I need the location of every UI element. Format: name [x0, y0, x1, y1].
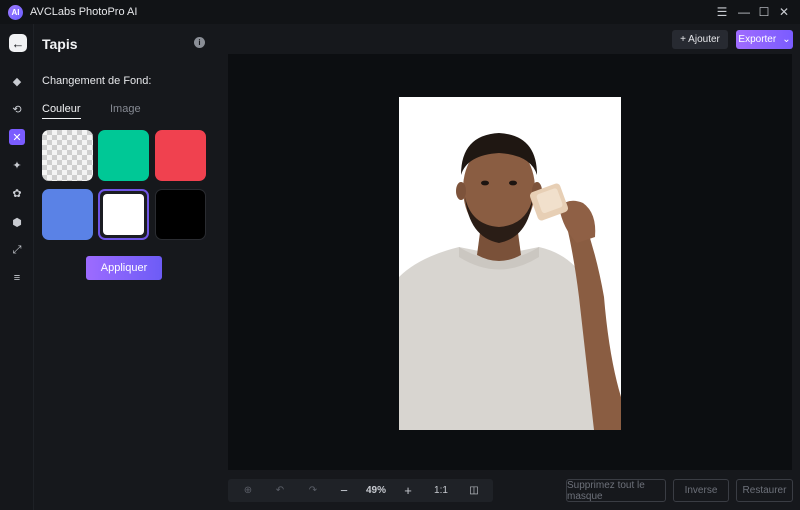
swatch-transparent[interactable] [42, 130, 93, 181]
eraser-icon[interactable]: ◆ [9, 73, 25, 89]
adjust-icon[interactable]: ≡ [9, 270, 25, 286]
object-removal-icon[interactable]: ⟲ [9, 101, 25, 117]
add-button[interactable]: + Ajouter [672, 30, 728, 49]
split-view-icon[interactable]: ◫ [464, 483, 484, 498]
resize-icon[interactable]: ⤢ [9, 242, 25, 258]
workspace: + Ajouter Exporter ⌄ ⊕ ↶ ↷ − 49% + 1:1 ◫… [220, 24, 800, 510]
app-window: AI AVCLabs PhotoPro AI ☰ — ☐ ✕ ← ◆ ⟲ ✕ ✦… [0, 0, 800, 510]
photo-preview [399, 97, 621, 430]
portrait-image [399, 133, 621, 430]
swatch-black[interactable] [155, 189, 206, 240]
swatch-green[interactable] [98, 130, 149, 181]
remove-mask-button[interactable]: Supprimez tout le masque [566, 479, 666, 502]
swatch-white-fill [103, 194, 144, 235]
chevron-down-icon: ⌄ [782, 34, 791, 45]
menu-icon[interactable]: ☰ [714, 4, 730, 20]
app-logo: AI [8, 5, 23, 20]
info-icon[interactable]: i [194, 37, 205, 48]
close-icon[interactable]: ✕ [776, 4, 792, 20]
tool-rail: ← ◆ ⟲ ✕ ✦ ✿ ⬢ ⤢ ≡ [0, 24, 34, 510]
zoom-level: 49% [365, 485, 386, 496]
title-bar: AI AVCLabs PhotoPro AI ☰ — ☐ ✕ [0, 0, 800, 24]
invert-button[interactable]: Inverse [673, 479, 729, 502]
swatch-white[interactable] [98, 189, 149, 240]
enhance-icon[interactable]: ✦ [9, 157, 25, 173]
view-toolbar: ⊕ ↶ ↷ − 49% + 1:1 ◫ [228, 479, 493, 502]
swatch-blue[interactable] [42, 189, 93, 240]
panel-title: Tapis [42, 36, 78, 52]
zoom-out-icon[interactable]: − [334, 483, 354, 498]
minimize-icon[interactable]: — [736, 4, 752, 20]
restore-button[interactable]: Restaurer [736, 479, 793, 502]
retouch-icon[interactable]: ✿ [9, 185, 25, 201]
apply-button[interactable]: Appliquer [86, 256, 162, 280]
background-icon[interactable]: ✕ [9, 129, 25, 145]
export-label: Exporter [738, 34, 777, 45]
app-title: AVCLabs PhotoPro AI [30, 6, 138, 18]
image-canvas[interactable] [228, 54, 792, 470]
settings-panel: Tapis i Changement de Fond: Couleur Imag… [34, 24, 220, 510]
tab-image[interactable]: Image [110, 103, 141, 118]
section-label: Changement de Fond: [42, 75, 152, 87]
tab-color[interactable]: Couleur [42, 103, 81, 119]
undo-icon[interactable]: ↶ [270, 483, 290, 498]
redo-icon[interactable]: ↷ [303, 483, 323, 498]
actual-size-button[interactable]: 1:1 [430, 483, 452, 498]
swatch-red[interactable] [155, 130, 206, 181]
colorize-icon[interactable]: ⬢ [9, 214, 25, 230]
maximize-icon[interactable]: ☐ [756, 4, 772, 20]
export-button[interactable]: Exporter ⌄ [736, 30, 793, 49]
compare-icon[interactable]: ⊕ [238, 483, 258, 498]
zoom-in-icon[interactable]: + [398, 483, 418, 498]
back-button[interactable]: ← [9, 34, 27, 52]
